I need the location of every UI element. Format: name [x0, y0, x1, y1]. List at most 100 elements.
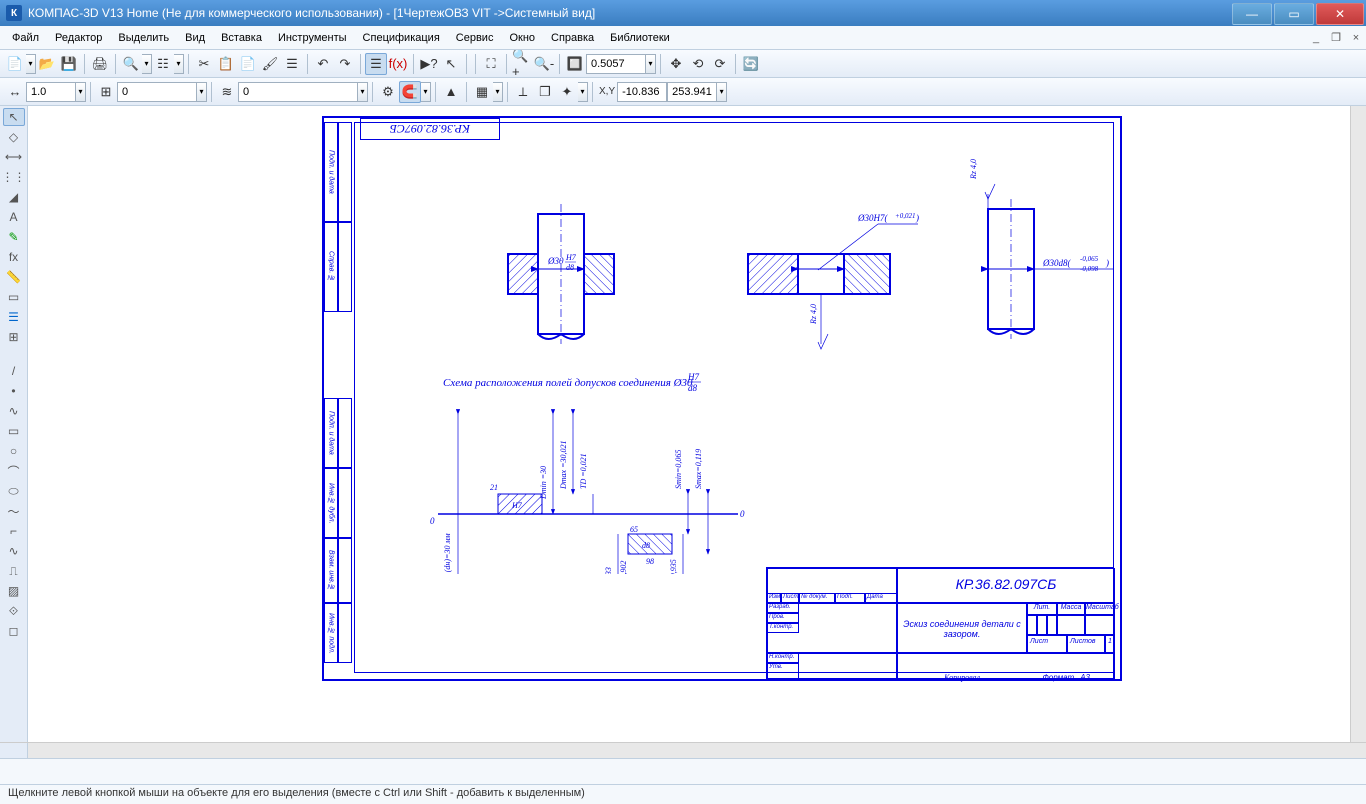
spec-tool[interactable]: ☰: [3, 308, 25, 326]
coord-x-input[interactable]: [617, 82, 667, 102]
help-button[interactable]: ▶?: [418, 53, 440, 75]
menu-libraries[interactable]: Библиотеки: [602, 29, 678, 47]
spline-tool[interactable]: 〜: [3, 502, 25, 520]
point-tool[interactable]: •: [3, 382, 25, 400]
save-button[interactable]: 💾: [58, 53, 80, 75]
preview-button[interactable]: 🔍: [120, 53, 142, 75]
menu-service[interactable]: Сервис: [448, 29, 502, 47]
coord-y-input[interactable]: [667, 82, 717, 102]
open-button[interactable]: 📂: [36, 53, 58, 75]
menu-select[interactable]: Выделить: [110, 29, 177, 47]
manager-button[interactable]: ☰: [365, 53, 387, 75]
menu-window[interactable]: Окно: [501, 29, 543, 47]
bezier-tool[interactable]: ∿: [3, 542, 25, 560]
horizontal-scrollbar[interactable]: [0, 742, 1366, 758]
zoom-out-button[interactable]: 🔍-: [533, 53, 555, 75]
menu-editor[interactable]: Редактор: [47, 29, 110, 47]
param-button[interactable]: ▲: [440, 81, 462, 103]
pan-button[interactable]: ✥: [665, 53, 687, 75]
redo-button[interactable]: ↷: [334, 53, 356, 75]
contour-tool[interactable]: ◻: [3, 622, 25, 640]
hatch-tool[interactable]: ▨: [3, 582, 25, 600]
fit-button[interactable]: ⛶: [480, 53, 502, 75]
rect-tool[interactable]: ▭: [3, 422, 25, 440]
dimension-tool[interactable]: ⟷: [3, 148, 25, 166]
lcs-button[interactable]: ✦: [556, 81, 578, 103]
zoom-in-button[interactable]: 🔍+: [511, 53, 533, 75]
view-mgr-button[interactable]: ⊞: [95, 81, 117, 103]
fillet-tool[interactable]: ⌐: [3, 522, 25, 540]
coord-dropdown[interactable]: ▾: [717, 82, 727, 102]
arc-tool[interactable]: ⌒: [3, 462, 25, 480]
attrs-button[interactable]: ☰: [281, 53, 303, 75]
layer-input[interactable]: [238, 82, 358, 102]
step-button[interactable]: ↔: [4, 81, 26, 103]
highlight-tool[interactable]: ▭: [3, 288, 25, 306]
line-tool[interactable]: /: [3, 362, 25, 380]
svg-text:-0,065: -0,065: [1080, 255, 1099, 263]
doc-minimize-icon[interactable]: _: [1308, 30, 1324, 46]
zoom-input[interactable]: [586, 54, 646, 74]
paste-button[interactable]: 📄: [237, 53, 259, 75]
titlebar: К КОМПАС-3D V13 Home (Не для коммерческо…: [0, 0, 1366, 26]
circle-tool[interactable]: ○: [3, 442, 25, 460]
canvas[interactable]: КР.36.82.097СБ Подп. и дата Справ. № Под…: [28, 106, 1366, 742]
cut-button[interactable]: ✂: [193, 53, 215, 75]
select-tool[interactable]: ↖: [3, 108, 25, 126]
format-button[interactable]: 🖌: [259, 53, 281, 75]
symbol-tool[interactable]: ◢: [3, 188, 25, 206]
orient-button[interactable]: ⟂: [512, 81, 534, 103]
grid-button[interactable]: ▦: [471, 81, 493, 103]
props-button[interactable]: ☷: [152, 53, 174, 75]
close-button[interactable]: ✕: [1316, 3, 1364, 25]
step-dropdown[interactable]: ▾: [76, 82, 86, 102]
preview-dropdown[interactable]: ▾: [142, 54, 152, 74]
vertical-scrollbar[interactable]: [1350, 106, 1366, 742]
view-dropdown[interactable]: ▾: [197, 82, 207, 102]
vars-button[interactable]: f(x): [387, 53, 409, 75]
step-input[interactable]: [26, 82, 76, 102]
zoom-dropdown[interactable]: ▾: [646, 54, 656, 74]
polyline-tool[interactable]: ⎍: [3, 562, 25, 580]
menu-file[interactable]: Файл: [4, 29, 47, 47]
layer-dropdown[interactable]: ▾: [358, 82, 368, 102]
arrow-button[interactable]: ↖: [440, 53, 462, 75]
minimize-button[interactable]: —: [1232, 3, 1272, 25]
snap-cfg-button[interactable]: ⚙: [377, 81, 399, 103]
param-tool[interactable]: fx: [3, 248, 25, 266]
next-view-button[interactable]: ⟳: [709, 53, 731, 75]
new-doc-button[interactable]: 📄: [4, 53, 26, 75]
measure-tool[interactable]: 📏: [3, 268, 25, 286]
aux-line-tool[interactable]: ∿: [3, 402, 25, 420]
ellipse-tool[interactable]: ⬭: [3, 482, 25, 500]
rebuild-button[interactable]: 🔄: [740, 53, 762, 75]
lcs-dropdown[interactable]: ▾: [578, 82, 588, 102]
undo-button[interactable]: ↶: [312, 53, 334, 75]
props-dropdown[interactable]: ▾: [174, 54, 184, 74]
text-tool[interactable]: A: [3, 208, 25, 226]
geometry-tool[interactable]: ◇: [3, 128, 25, 146]
view-input[interactable]: [117, 82, 197, 102]
menu-spec[interactable]: Спецификация: [355, 29, 448, 47]
snap-dropdown[interactable]: ▾: [421, 82, 431, 102]
edit-tool[interactable]: ✎: [3, 228, 25, 246]
prev-view-button[interactable]: ⟲: [687, 53, 709, 75]
menu-insert[interactable]: Вставка: [213, 29, 270, 47]
menu-view[interactable]: Вид: [177, 29, 213, 47]
doc-restore-icon[interactable]: ❐: [1328, 30, 1344, 46]
round-button[interactable]: ❐: [534, 81, 556, 103]
grid-dropdown[interactable]: ▾: [493, 82, 503, 102]
menu-tools[interactable]: Инструменты: [270, 29, 355, 47]
menu-help[interactable]: Справка: [543, 29, 602, 47]
doc-close-icon[interactable]: ×: [1348, 30, 1364, 46]
notation-tool[interactable]: ⋮⋮: [3, 168, 25, 186]
snap-toggle-button[interactable]: 🧲: [399, 81, 421, 103]
new-dropdown[interactable]: ▾: [26, 54, 36, 74]
layer-button[interactable]: ≋: [216, 81, 238, 103]
maximize-button[interactable]: ▭: [1274, 3, 1314, 25]
assoc-tool[interactable]: ⊞: [3, 328, 25, 346]
print-button[interactable]: 🖨: [89, 53, 111, 75]
equidist-tool[interactable]: ⟐: [3, 602, 25, 620]
zoom-window-button[interactable]: 🔲: [564, 53, 586, 75]
copy-button[interactable]: 📋: [215, 53, 237, 75]
